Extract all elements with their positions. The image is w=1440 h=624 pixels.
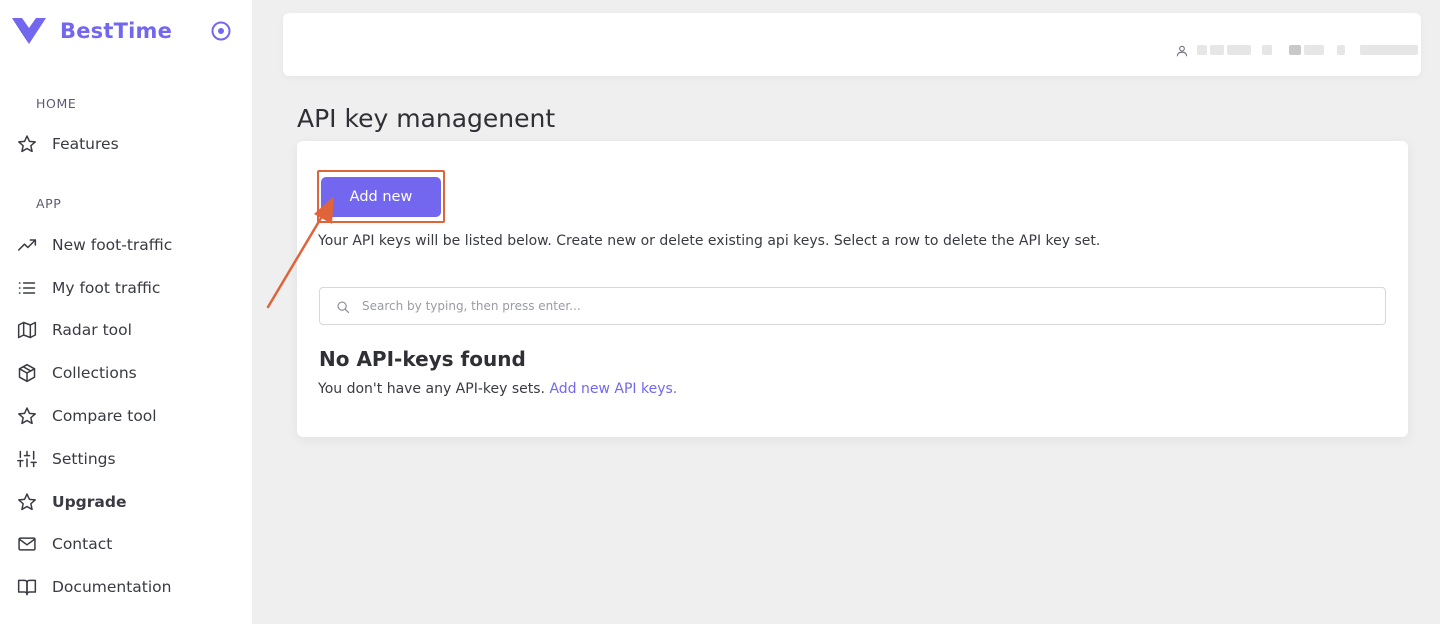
- sidebar-item-label: Compare tool: [52, 407, 157, 425]
- brand[interactable]: BestTime: [10, 14, 172, 48]
- trending-up-icon: [16, 234, 38, 256]
- map-icon: [16, 319, 38, 341]
- box-icon: [16, 362, 38, 384]
- brand-logo-icon: [12, 18, 46, 44]
- search-icon: [336, 299, 350, 314]
- search-box[interactable]: [319, 287, 1386, 325]
- sliders-icon: [16, 448, 38, 470]
- section-title-home: HOME: [36, 96, 77, 111]
- sidebar-item-upgrade[interactable]: Upgrade: [16, 485, 236, 519]
- empty-state-message: You don't have any API-key sets.: [318, 381, 545, 397]
- add-new-button[interactable]: Add new: [321, 177, 441, 217]
- star-icon: [16, 491, 38, 513]
- sidebar: BestTime HOME Features APP New foot-traf…: [0, 0, 252, 624]
- empty-state-text: You don't have any API-key sets. Add new…: [318, 381, 677, 397]
- sidebar-item-contact[interactable]: Contact: [16, 527, 236, 561]
- sidebar-item-my-foot-traffic[interactable]: My foot traffic: [16, 271, 236, 305]
- empty-state-title: No API-keys found: [319, 347, 526, 371]
- sidebar-item-label: Settings: [52, 450, 116, 468]
- sidebar-item-label: Radar tool: [52, 321, 132, 339]
- book-icon: [16, 576, 38, 598]
- sidebar-toggle-icon[interactable]: [210, 20, 232, 42]
- user-name-redacted[interactable]: [1197, 41, 1418, 59]
- sidebar-item-settings[interactable]: Settings: [16, 442, 236, 476]
- sidebar-item-label: Features: [52, 135, 119, 153]
- mail-icon: [16, 533, 38, 555]
- star-icon: [16, 405, 38, 427]
- sidebar-item-label: Documentation: [52, 578, 172, 596]
- page-title: API key managenent: [297, 104, 556, 133]
- sidebar-item-features[interactable]: Features: [16, 127, 236, 161]
- sidebar-item-label: My foot traffic: [52, 279, 161, 297]
- brand-name: BestTime: [60, 19, 173, 43]
- add-new-api-keys-link[interactable]: Add new API keys.: [549, 381, 677, 397]
- section-title-app: APP: [36, 196, 62, 211]
- sidebar-item-label: Upgrade: [52, 493, 127, 511]
- sidebar-item-documentation[interactable]: Documentation: [16, 570, 236, 604]
- sidebar-item-collections[interactable]: Collections: [16, 356, 236, 390]
- sidebar-item-compare-tool[interactable]: Compare tool: [16, 399, 236, 433]
- api-keys-card: Add new Your API keys will be listed bel…: [297, 141, 1408, 437]
- top-navbar: [283, 13, 1421, 76]
- user-icon[interactable]: [1175, 43, 1189, 57]
- sidebar-item-radar-tool[interactable]: Radar tool: [16, 313, 236, 347]
- api-keys-description: Your API keys will be listed below. Crea…: [318, 233, 1101, 249]
- sidebar-item-new-foot-traffic[interactable]: New foot-traffic: [16, 228, 236, 262]
- search-input[interactable]: [362, 299, 1262, 313]
- sidebar-item-label: Contact: [52, 535, 113, 553]
- sidebar-item-label: New foot-traffic: [52, 236, 173, 254]
- star-icon: [16, 133, 38, 155]
- list-icon: [16, 277, 38, 299]
- sidebar-item-label: Collections: [52, 364, 137, 382]
